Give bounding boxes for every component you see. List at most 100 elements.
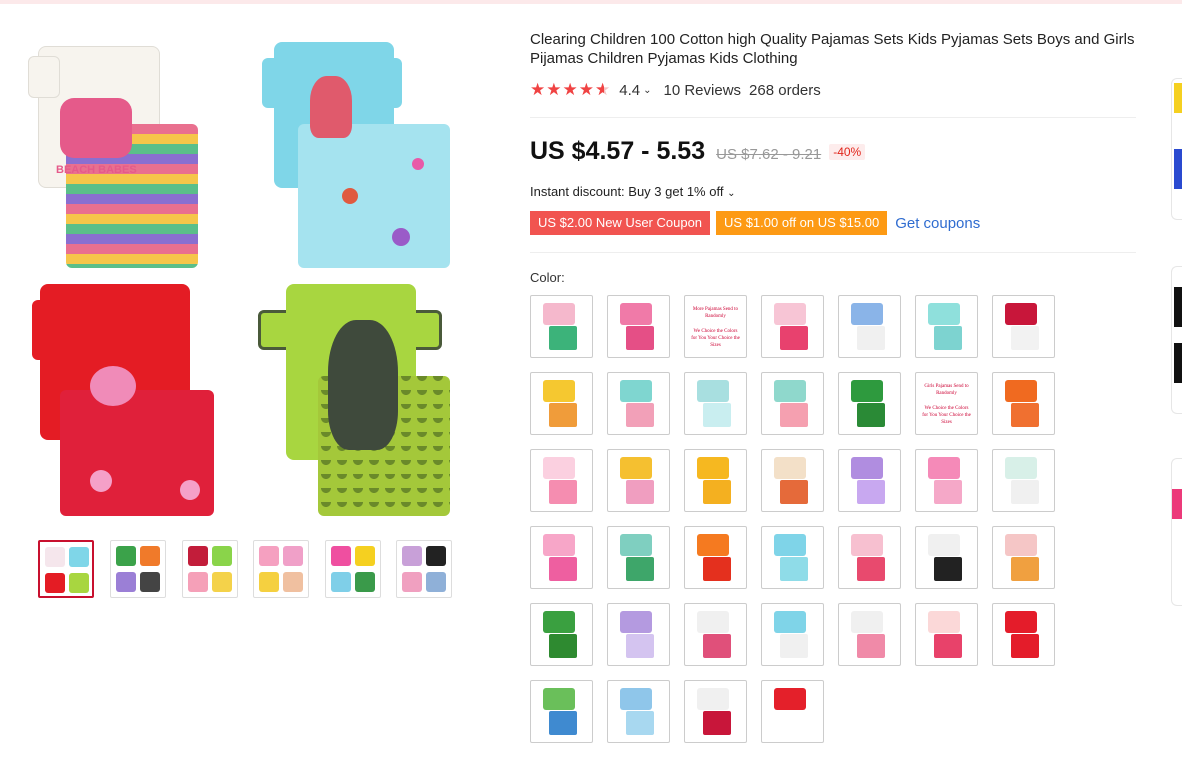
color-swatch[interactable]: Girls Pajamas Send to Randomly We Choice … [915,372,978,435]
half-star-icon: ★ ★ [595,80,612,99]
related-item-card[interactable] [1171,458,1182,606]
swatch-pants [626,711,654,735]
swatch-pants [780,557,808,581]
color-swatch[interactable] [684,526,747,589]
swatch-shirt [1005,534,1037,556]
star-icon: ★ [530,80,547,99]
chevron-down-icon: ⌄ [727,188,736,199]
swatch-shirt [851,457,883,479]
swatch-pants [549,403,577,427]
swatch-shirt [620,611,652,633]
color-swatch[interactable] [915,295,978,358]
swatch-shirt [774,457,806,479]
color-swatch[interactable] [761,295,824,358]
color-swatch[interactable] [915,603,978,666]
main-product-image[interactable]: BEACH BABES [22,28,482,528]
color-swatch[interactable] [684,372,747,435]
color-swatch[interactable] [992,526,1055,589]
color-swatch[interactable] [838,449,901,512]
store-coupon[interactable]: US $1.00 off on US $15.00 [716,211,888,235]
reviews-link[interactable]: 10 Reviews [664,82,742,99]
related-item-card[interactable] [1171,266,1182,414]
chevron-down-icon[interactable]: ⌄ [643,85,651,96]
color-swatch[interactable] [992,603,1055,666]
color-swatch[interactable] [607,372,670,435]
beach-babes-text: BEACH BABES [56,164,137,176]
related-item-card[interactable] [1171,78,1182,220]
color-swatch[interactable] [684,603,747,666]
thumbnail-4[interactable] [253,540,309,598]
thumbnail-3[interactable] [182,540,238,598]
top-accent-bar [0,0,1182,4]
swatch-shirt [697,380,729,402]
swatch-pants [549,326,577,350]
color-swatch[interactable] [530,603,593,666]
color-swatch[interactable] [530,526,593,589]
color-swatch[interactable] [530,372,593,435]
swatch-shirt [1005,611,1037,633]
swatch-pants [934,326,962,350]
color-swatch[interactable] [684,680,747,743]
swatch-shirt [928,611,960,633]
thumbnail-quadrant [331,546,351,566]
swatch-pants [857,403,885,427]
color-swatch[interactable] [761,680,824,743]
swatch-shirt [851,303,883,325]
color-swatch[interactable] [761,449,824,512]
swatch-shirt [543,380,575,402]
shell-pattern [412,158,424,170]
new-user-coupon[interactable]: US $2.00 New User Coupon [530,211,711,235]
color-swatch[interactable] [607,680,670,743]
swatch-pants [626,480,654,504]
discount-badge: -40% [829,144,866,160]
color-swatch[interactable] [838,526,901,589]
color-swatch[interactable] [607,603,670,666]
swatch-shirt [774,611,806,633]
color-swatch[interactable] [607,295,670,358]
original-price: US $7.62 - 9.21 [716,146,822,163]
thumbnail-6[interactable] [396,540,452,598]
color-swatch[interactable] [838,603,901,666]
swatch-shirt [620,303,652,325]
thumbnail-quadrant [355,572,375,592]
rating-score[interactable]: 4.4 [619,82,640,99]
bubble-pattern [90,470,112,492]
color-swatch[interactable] [530,680,593,743]
color-swatch[interactable] [992,295,1055,358]
swatch-shirt [543,303,575,325]
swatch-pants [703,480,731,504]
thumbnail-quadrant [402,572,422,592]
thumbnail-quadrant [426,546,446,566]
thumbnail-quadrant [140,546,160,566]
color-swatch[interactable] [607,449,670,512]
color-swatch[interactable]: More Pajamas Send to Randomly We Choice t… [684,295,747,358]
thumbnail-quadrant [188,546,208,566]
color-swatch[interactable] [992,449,1055,512]
color-swatch[interactable] [761,526,824,589]
thumbnail-quadrant [212,546,232,566]
color-swatch[interactable] [761,603,824,666]
color-swatch[interactable] [607,526,670,589]
color-label: Color: [530,270,565,285]
swatch-shirt [851,380,883,402]
color-swatch[interactable] [915,526,978,589]
color-swatch[interactable] [838,295,901,358]
color-swatch[interactable] [530,295,593,358]
thumbnail-quadrant [355,546,375,566]
swatch-shirt [774,534,806,556]
thumbnail-2[interactable] [110,540,166,598]
color-swatch[interactable] [684,449,747,512]
instant-discount[interactable]: Instant discount: Buy 3 get 1% off ⌄ [530,184,735,199]
thumbnail-quadrant [69,573,89,593]
get-coupons-link[interactable]: Get coupons [895,215,980,232]
color-swatch[interactable] [761,372,824,435]
swatch-pants [1011,480,1039,504]
color-swatch[interactable] [992,372,1055,435]
current-price: US $4.57 - 5.53 [530,137,706,165]
thumbnail-5[interactable] [325,540,381,598]
color-swatch[interactable] [838,372,901,435]
color-swatch[interactable] [915,449,978,512]
color-swatch[interactable] [530,449,593,512]
thumbnail-1[interactable] [38,540,94,598]
shell-pattern [392,228,410,246]
